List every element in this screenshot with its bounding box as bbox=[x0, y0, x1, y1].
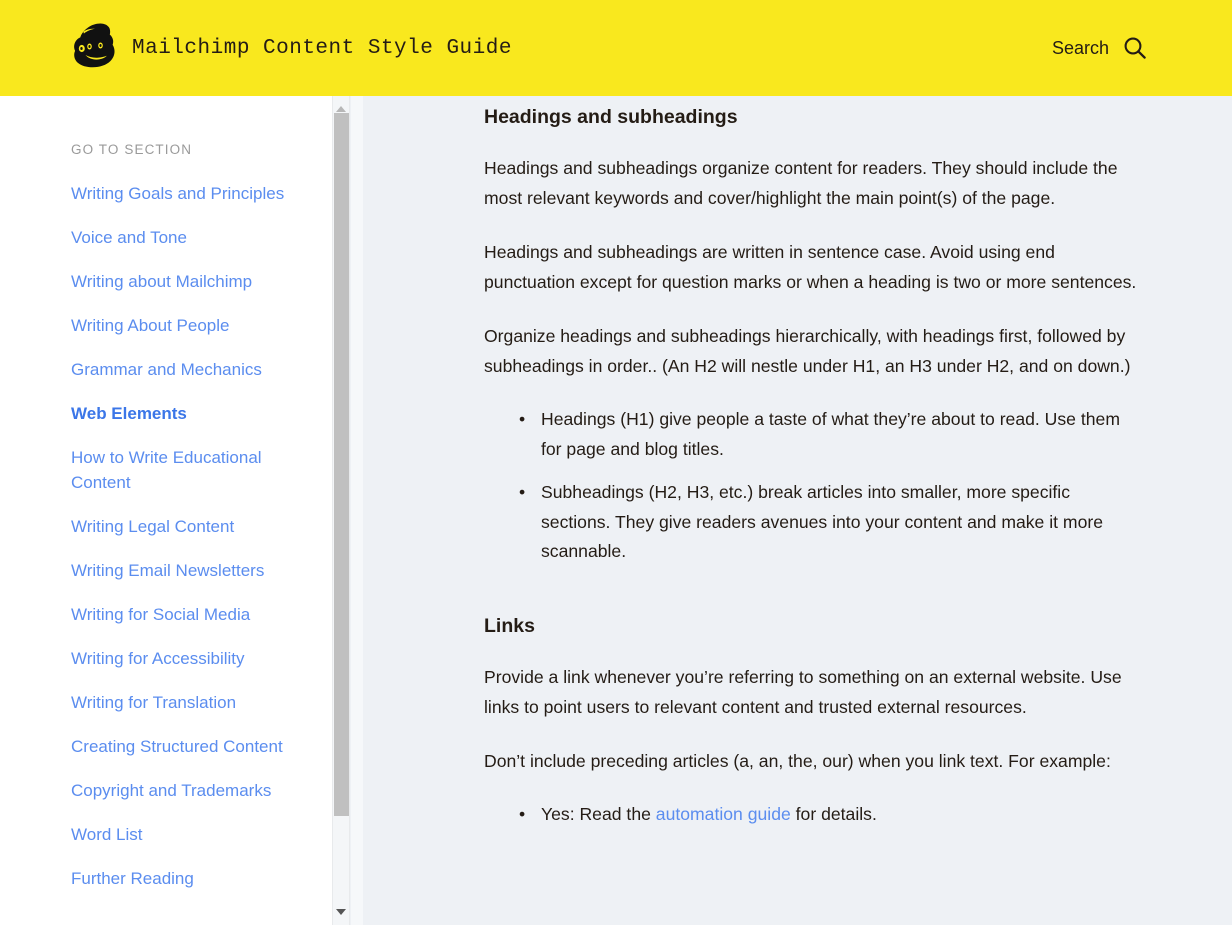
sidebar-item-word-list[interactable]: Word List bbox=[71, 822, 286, 847]
mailchimp-freddie-logo bbox=[68, 18, 120, 78]
sidebar-item-writing-for-social-media[interactable]: Writing for Social Media bbox=[71, 602, 286, 627]
site-title: Mailchimp Content Style Guide bbox=[132, 37, 512, 60]
sidebar-kicker: GO TO SECTION bbox=[71, 142, 307, 157]
list-item: Subheadings (H2, H3, etc.) break article… bbox=[541, 478, 1140, 567]
example-suffix: for details. bbox=[791, 804, 877, 824]
sidebar-item-copyright-and-trademarks[interactable]: Copyright and Trademarks bbox=[71, 778, 286, 803]
sidebar-item-how-to-write-educational-content[interactable]: How to Write Educational Content bbox=[71, 445, 286, 495]
content-divider bbox=[351, 96, 363, 925]
automation-guide-link[interactable]: automation guide bbox=[656, 804, 791, 824]
main-content: Headings and subheadings Headings and su… bbox=[363, 96, 1232, 925]
section-heading-headings-and-subheadings: Headings and subheadings bbox=[484, 104, 1140, 130]
paragraph: Provide a link whenever you’re referring… bbox=[484, 662, 1140, 722]
section-heading-links: Links bbox=[484, 613, 1140, 639]
scroll-down-button[interactable] bbox=[333, 903, 349, 920]
list-item: Headings (H1) give people a taste of wha… bbox=[541, 405, 1140, 464]
paragraph: Headings and subheadings are written in … bbox=[484, 237, 1140, 297]
paragraph: Don’t include preceding articles (a, an,… bbox=[484, 746, 1140, 776]
search-button[interactable]: Search bbox=[1052, 35, 1148, 61]
example-bullet-list: Yes: Read the automation guide for detai… bbox=[484, 800, 1140, 830]
sidebar-item-writing-for-translation[interactable]: Writing for Translation bbox=[71, 690, 286, 715]
sidebar-item-writing-goals-and-principles[interactable]: Writing Goals and Principles bbox=[71, 181, 286, 206]
sidebar-item-creating-structured-content[interactable]: Creating Structured Content bbox=[71, 734, 286, 759]
sidebar-item-writing-about-people[interactable]: Writing About People bbox=[71, 313, 286, 338]
sidebar-item-voice-and-tone[interactable]: Voice and Tone bbox=[71, 225, 286, 250]
site-header: Mailchimp Content Style Guide Search bbox=[0, 0, 1232, 96]
paragraph: Organize headings and subheadings hierar… bbox=[484, 321, 1140, 381]
sidebar-scrollbar[interactable] bbox=[332, 96, 350, 925]
example-prefix: Yes: Read the bbox=[541, 804, 656, 824]
search-label: Search bbox=[1052, 38, 1109, 59]
sidebar-item-web-elements[interactable]: Web Elements bbox=[71, 401, 286, 426]
chevron-up-icon bbox=[336, 106, 346, 112]
search-icon bbox=[1122, 35, 1148, 61]
sidebar-item-grammar-and-mechanics[interactable]: Grammar and Mechanics bbox=[71, 357, 286, 382]
scrollbar-thumb[interactable] bbox=[334, 113, 349, 816]
list-item: Yes: Read the automation guide for detai… bbox=[541, 800, 1140, 830]
section-navigation-sidebar: GO TO SECTION Writing Goals and Principl… bbox=[0, 96, 333, 925]
style-guide-page: Mailchimp Content Style Guide Search GO … bbox=[0, 0, 1232, 925]
brand[interactable]: Mailchimp Content Style Guide bbox=[68, 18, 512, 78]
sidebar-item-writing-legal-content[interactable]: Writing Legal Content bbox=[71, 514, 286, 539]
sidebar-item-writing-for-accessibility[interactable]: Writing for Accessibility bbox=[71, 646, 286, 671]
page-body: GO TO SECTION Writing Goals and Principl… bbox=[0, 96, 1232, 925]
sidebar-item-writing-about-mailchimp[interactable]: Writing about Mailchimp bbox=[71, 269, 286, 294]
sidebar-item-writing-email-newsletters[interactable]: Writing Email Newsletters bbox=[71, 558, 286, 583]
sidebar-item-further-reading[interactable]: Further Reading bbox=[71, 866, 286, 891]
chevron-down-icon bbox=[336, 909, 346, 915]
paragraph: Headings and subheadings organize conten… bbox=[484, 153, 1140, 213]
bullet-list: Headings (H1) give people a taste of wha… bbox=[484, 405, 1140, 567]
